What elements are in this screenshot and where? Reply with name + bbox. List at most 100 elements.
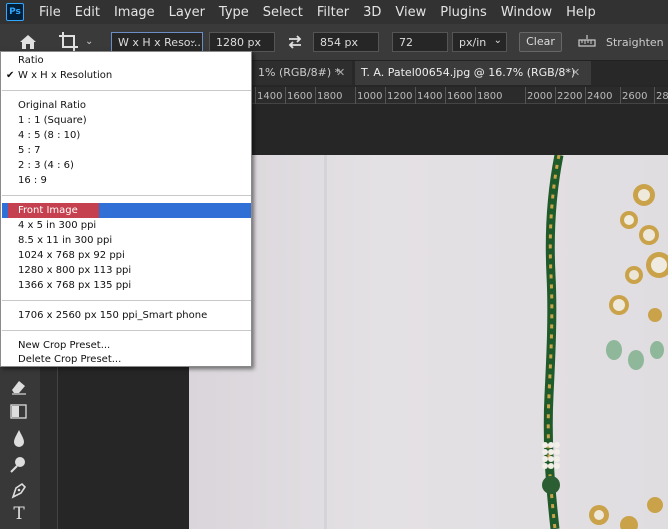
ruler-tick [525,87,526,104]
menu-select[interactable]: Select [256,5,310,20]
dd-item-label: 1366 x 768 px 135 ppi [18,280,132,291]
ruler-label: 1200 [387,91,413,102]
menu-view[interactable]: View [388,5,433,20]
ruler-tick [255,87,256,104]
dd-item-label: Delete Crop Preset... [18,354,122,365]
ruler-tick [315,87,316,104]
menu-type[interactable]: Type [212,5,256,20]
dd-item-1366x768[interactable]: 1366 x 768 px 135 ppi [2,278,251,293]
dd-item-label: 8.5 x 11 in 300 ppi [18,235,113,246]
gradient-icon[interactable] [8,402,30,422]
ruler-label: 1400 [417,91,443,102]
dd-item-1706x2560[interactable]: 1706 x 2560 px 150 ppi_Smart phone [2,308,251,323]
horizontal-ruler[interactable]: 1400 1600 1800 1000 1200 1400 1600 1800 … [252,87,668,104]
menu-window[interactable]: Window [494,5,559,20]
type-tool-icon[interactable]: T [8,504,30,524]
dd-separator [2,330,251,331]
dd-item-4x5in[interactable]: 4 x 5 in 300 ppi [2,218,251,233]
ruler-label: 28 [656,91,668,102]
dd-item-label: 1024 x 768 px 92 ppi [18,250,125,261]
dodge-icon[interactable] [8,454,30,474]
chevron-down-icon[interactable]: ⌄ [85,36,93,47]
menu-help[interactable]: Help [559,5,603,20]
dd-item-label: New Crop Preset... [18,340,111,351]
dd-item-8-5x11in[interactable]: 8.5 x 11 in 300 ppi [2,233,251,248]
dd-item-16-9[interactable]: 16 : 9 [2,173,251,188]
vertical-ruler[interactable] [40,366,58,529]
resolution-field[interactable]: 72 [392,32,448,52]
menu-file[interactable]: File [32,5,68,20]
dd-item-4-5[interactable]: 4 : 5 (8 : 10) [2,128,251,143]
dd-item-ratio[interactable]: Ratio [2,53,251,68]
dd-item-label: Front Image [18,205,78,216]
document-tab-active[interactable]: T. A. Patel00654.jpg @ 16.7% (RGB/8*) ✕ [355,61,591,85]
dd-item-1024x768[interactable]: 1024 x 768 px 92 ppi [2,248,251,263]
ruler-label: 1800 [317,91,343,102]
necklace-photo [324,155,668,529]
dd-item-label: Original Ratio [18,100,86,111]
crop-icon[interactable] [58,31,80,53]
ruler-label: 1400 [257,91,283,102]
dd-item-label: 4 : 5 (8 : 10) [18,130,81,141]
check-icon: ✔ [6,70,15,81]
ruler-tick [654,87,655,104]
close-icon[interactable]: ✕ [571,61,580,85]
dd-item-delete-crop-preset[interactable]: Delete Crop Preset... [2,352,251,367]
menu-filter[interactable]: Filter [310,5,356,20]
blur-drop-icon[interactable] [8,428,30,448]
dd-item-2-3[interactable]: 2 : 3 (4 : 6) [2,158,251,173]
menu-3d[interactable]: 3D [356,5,388,20]
document-canvas[interactable] [189,155,668,529]
dd-item-label: 1706 x 2560 px 150 ppi_Smart phone [18,310,208,321]
chevron-down-icon: ⌄ [188,35,197,46]
pen-icon[interactable] [8,480,30,500]
ruler-tick [555,87,556,104]
document-tab[interactable]: 1% (RGB/8#) * ✕ [252,61,352,85]
unit-select-value: px/in [459,36,487,49]
ruler-tick [285,87,286,104]
ruler-label: 2000 [527,91,553,102]
menu-edit[interactable]: Edit [68,5,107,20]
swap-icon[interactable] [286,33,304,51]
dd-item-5-7[interactable]: 5 : 7 [2,143,251,158]
dd-item-1-1[interactable]: 1 : 1 (Square) [2,113,251,128]
ruler-tick [445,87,446,104]
chevron-down-icon: ⌄ [493,35,502,46]
tab-label: T. A. Patel00654.jpg @ 16.7% (RGB/8*) [361,66,576,79]
ruler-tick [385,87,386,104]
menu-bar: Ps File Edit Image Layer Type Select Fil… [0,0,668,24]
dd-item-original-ratio[interactable]: Original Ratio [2,98,251,113]
menu-layer[interactable]: Layer [162,5,212,20]
dd-item-label: 2 : 3 (4 : 6) [18,160,74,171]
crop-preset-dropdown: Ratio ✔ W x H x Resolution Original Rati… [0,51,252,367]
dd-item-front-image[interactable]: Front Image [2,203,251,218]
dd-item-label: Ratio [18,55,44,66]
width-field[interactable]: 1280 px [209,32,275,52]
resolution-unit-select[interactable]: px/in ⌄ [452,32,507,52]
dd-item-label: 1280 x 800 px 113 ppi [18,265,132,276]
close-icon[interactable]: ✕ [336,61,345,85]
ratio-select[interactable]: W x H x Reso... ⌄ [111,32,203,52]
tab-label: 1% (RGB/8#) * [258,66,341,79]
dd-separator [2,300,251,301]
height-field[interactable]: 854 px [313,32,379,52]
menu-image[interactable]: Image [107,5,162,20]
photoshop-logo[interactable]: Ps [6,3,24,21]
dd-item-1280x800[interactable]: 1280 x 800 px 113 ppi [2,263,251,278]
home-icon[interactable] [19,34,37,50]
straighten-label[interactable]: Straighten [606,36,664,49]
eraser-icon[interactable] [8,376,30,396]
dd-item-new-crop-preset[interactable]: New Crop Preset... [2,338,251,353]
ruler-label: 1800 [477,91,503,102]
straighten-icon[interactable] [578,35,596,49]
clear-button[interactable]: Clear [519,32,562,52]
dd-item-label: 1 : 1 (Square) [18,115,87,126]
dd-item-label: 16 : 9 [18,175,47,186]
dd-separator [2,195,251,196]
dd-item-label: W x H x Resolution [18,70,113,81]
menu-plugins[interactable]: Plugins [433,5,494,20]
dd-item-wxhxres[interactable]: ✔ W x H x Resolution [2,68,251,83]
ruler-tick [585,87,586,104]
dd-item-label: 4 x 5 in 300 ppi [18,220,97,231]
ruler-label: 1600 [447,91,473,102]
